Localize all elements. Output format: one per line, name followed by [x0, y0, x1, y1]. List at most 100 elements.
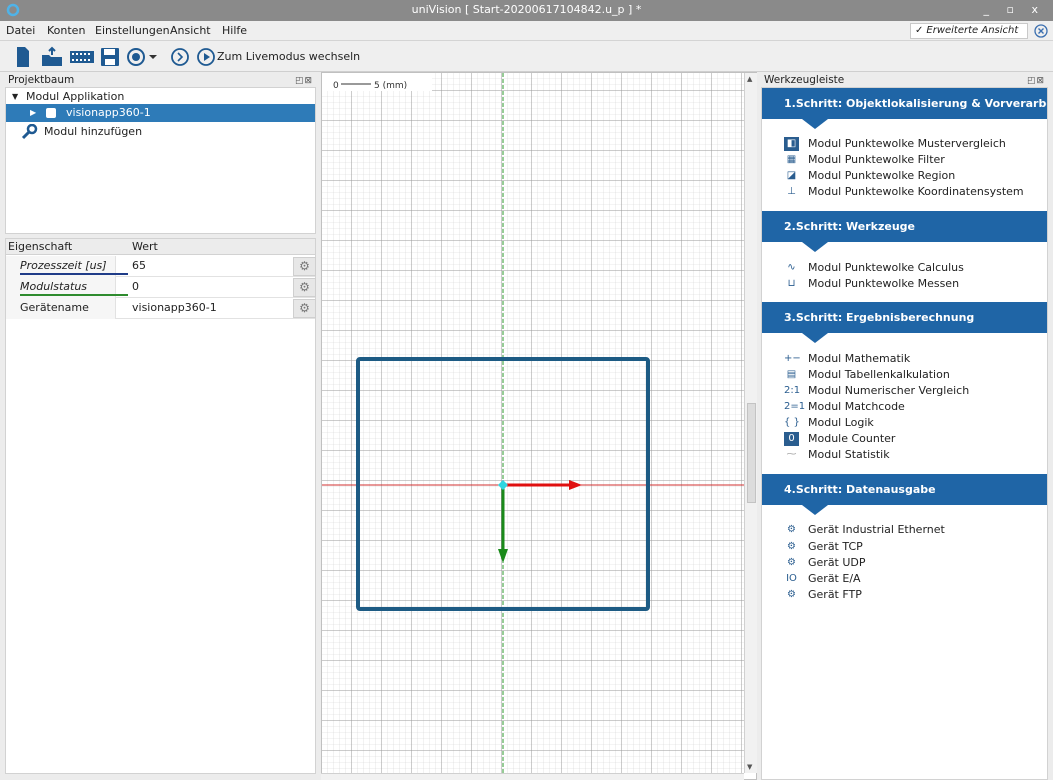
device-udp[interactable]: ⚙ Gerät UDP [784, 555, 866, 571]
step-1-header: 1.Schritt: Objektlokalisierung & Vorvera… [762, 88, 1047, 119]
scroll-down-icon[interactable]: ▼ [747, 763, 752, 771]
collapse-arrow-icon[interactable]: ▶ [30, 104, 36, 122]
measure-icon: ⊔ [787, 278, 796, 289]
tool-label: Modul Numerischer Vergleich [808, 384, 970, 397]
tool-measure[interactable]: ⊔ Modul Punktewolke Messen [784, 276, 959, 292]
open-folder-icon[interactable] [40, 46, 64, 68]
tool-label: Gerät FTP [808, 588, 862, 601]
device-industrial-ethernet[interactable]: ⚙ Gerät Industrial Ethernet [784, 522, 945, 538]
step-2-header: 2.Schritt: Werkzeuge [762, 211, 1047, 242]
new-document-icon[interactable] [15, 46, 31, 68]
tcp-icon: ⚙ [787, 541, 796, 552]
image-canvas[interactable]: 0 5 (mm) [321, 72, 757, 780]
tool-label: Modul Punktewolke Region [808, 169, 956, 182]
play-icon[interactable] [196, 46, 216, 68]
menu-hilfe[interactable]: Hilfe [222, 24, 247, 37]
project-tree-title: Projektbaum [8, 74, 75, 86]
property-row[interactable]: Gerätename visionapp360-1 ⚙ [6, 298, 316, 319]
step-3-header: 3.Schritt: Ergebnisberechnung [762, 302, 1047, 333]
canvas-horizontal-scrollbar[interactable] [321, 773, 744, 780]
col-eigenschaft: Eigenschaft [8, 240, 73, 253]
spreadsheet-icon: ▤ [786, 369, 797, 380]
matchcode-icon: 2=1 [784, 401, 806, 412]
tool-coordinate-system[interactable]: ⊥ Modul Punktewolke Koordinatensystem [784, 184, 1023, 200]
extended-view-toggle[interactable]: ✓ Erweiterte Ansicht [910, 23, 1028, 39]
panel-controls-icon[interactable]: ◰⊠ [1027, 74, 1045, 88]
add-module-item[interactable]: Modul hinzufügen [6, 123, 315, 141]
device-io[interactable]: IO Gerät E/A [784, 571, 861, 587]
canvas-vertical-scrollbar[interactable]: ▲ ▼ [744, 73, 757, 773]
device-ftp[interactable]: ⚙ Gerät FTP [784, 587, 862, 603]
tool-label: Gerät E/A [808, 572, 861, 585]
tool-label: Gerät Industrial Ethernet [808, 523, 945, 536]
step-4-arrow-icon [802, 505, 828, 515]
app-window: uniVision [ Start-20200617104842.u_p ] *… [0, 0, 1053, 780]
project-tree: ▼ Modul Applikation ▶ visionapp360-1 Mod… [5, 87, 316, 234]
toolbox-header: Werkzeugleiste ◰⊠ [761, 73, 1048, 87]
menu-konten[interactable]: Konten [47, 24, 85, 37]
tool-label: Modul Mathematik [808, 352, 911, 365]
tool-label: Modul Logik [808, 416, 874, 429]
record-icon[interactable] [126, 46, 146, 68]
logic-icon: { } [784, 417, 800, 428]
tool-logic[interactable]: { } Modul Logik [784, 415, 874, 431]
extended-view-label: Erweiterte Ansicht [926, 25, 1019, 36]
toolbar: Zum Livemodus wechseln [0, 41, 1053, 72]
gear-icon[interactable]: ⚙ [293, 299, 316, 318]
menu-bar: Datei Konten Einstellungen Ansicht Hilfe… [0, 21, 1053, 41]
grid-background [322, 73, 745, 773]
tree-item-visionapp[interactable]: ▶ visionapp360-1 [6, 104, 315, 122]
tool-statistics[interactable]: ⁓ Modul Statistik [784, 447, 890, 463]
tool-pattern-match[interactable]: ◧ Modul Punktewolke Mustervergleich [784, 136, 1006, 152]
gear-icon[interactable]: ⚙ [293, 257, 316, 276]
property-value[interactable]: visionapp360-1 [132, 298, 282, 318]
close-circle-icon[interactable] [1034, 24, 1048, 38]
property-row[interactable]: Prozesszeit [us] 65 ⚙ [6, 256, 316, 277]
statistics-icon: ⁓ [786, 449, 797, 460]
film-strip-icon[interactable] [69, 46, 95, 68]
tool-matchcode[interactable]: 2=1 Modul Matchcode [784, 399, 905, 415]
tool-counter[interactable]: 0 Module Counter [784, 431, 895, 447]
menu-datei[interactable]: Datei [6, 24, 35, 37]
tool-label: Gerät TCP [808, 540, 863, 553]
chevron-down-icon[interactable] [148, 46, 158, 68]
menu-ansicht[interactable]: Ansicht [170, 24, 211, 37]
property-value[interactable]: 0 [132, 277, 282, 297]
region-icon: ◪ [786, 170, 797, 181]
gear-icon[interactable]: ⚙ [293, 278, 316, 297]
property-name: Gerätename [6, 298, 116, 319]
toolbox-title: Werkzeugleiste [764, 74, 845, 86]
grid-view[interactable]: 0 5 (mm) [322, 73, 745, 773]
project-tree-header: Projektbaum ◰⊠ [5, 73, 316, 87]
scroll-thumb[interactable] [747, 403, 756, 503]
save-icon[interactable] [100, 46, 120, 68]
tool-numeric-compare[interactable]: 2:1 Modul Numerischer Vergleich [784, 383, 969, 399]
scale-zero: 0 [333, 81, 339, 91]
tool-filter[interactable]: ▦ Modul Punktewolke Filter [784, 152, 945, 168]
tool-label: Module Counter [808, 432, 896, 445]
tool-spreadsheet[interactable]: ▤ Modul Tabellenkalkulation [784, 367, 950, 383]
tool-label: Modul Punktewolke Filter [808, 153, 945, 166]
tool-calculus[interactable]: ∿ Modul Punktewolke Calculus [784, 260, 964, 276]
tool-label: Modul Punktewolke Mustervergleich [808, 137, 1006, 150]
device-tcp[interactable]: ⚙ Gerät TCP [784, 539, 863, 555]
calculus-icon: ∿ [787, 262, 796, 273]
live-mode-button[interactable]: Zum Livemodus wechseln [217, 50, 360, 63]
tool-label: Modul Statistik [808, 448, 890, 461]
step-4-header: 4.Schritt: Datenausgabe [762, 474, 1047, 505]
menu-einstellungen[interactable]: Einstellungen [95, 24, 170, 37]
udp-icon: ⚙ [787, 557, 796, 568]
checkmark-icon: ✓ [915, 25, 924, 36]
step-icon[interactable] [170, 46, 190, 68]
panel-controls-icon[interactable]: ◰⊠ [295, 74, 313, 88]
tool-math[interactable]: +− Modul Mathematik [784, 351, 910, 367]
tool-label: Modul Tabellenkalkulation [808, 368, 950, 381]
industrial-ethernet-icon: ⚙ [787, 524, 796, 535]
tool-region[interactable]: ◪ Modul Punktewolke Region [784, 168, 955, 184]
property-value[interactable]: 65 [132, 256, 282, 276]
add-module-label: Modul hinzufügen [44, 125, 143, 138]
counter-icon: 0 [784, 432, 799, 446]
property-row[interactable]: Modulstatus 0 ⚙ [6, 277, 316, 298]
window-controls[interactable]: _ ▫ x [984, 3, 1045, 16]
scroll-up-icon[interactable]: ▲ [747, 75, 752, 83]
